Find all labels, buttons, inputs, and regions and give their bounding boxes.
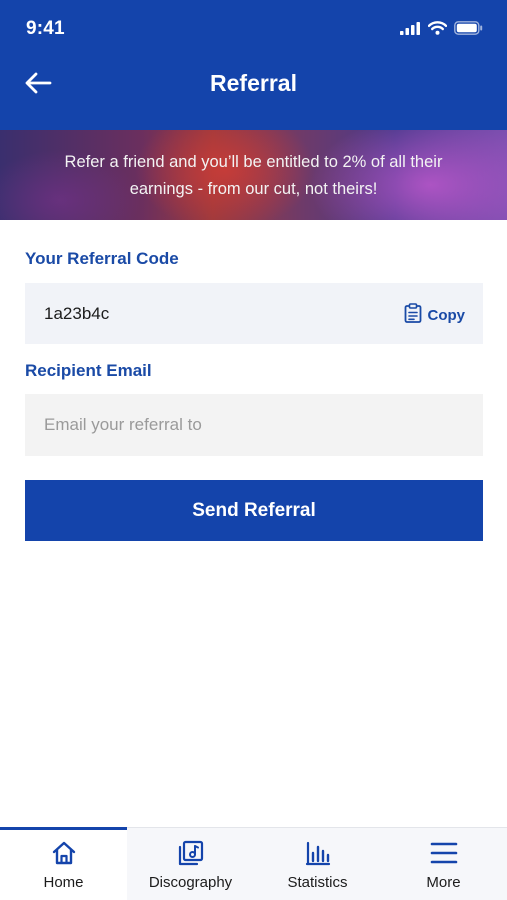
recipient-email-input[interactable]: [25, 394, 483, 456]
music-album-icon: [178, 840, 204, 871]
tab-statistics[interactable]: Statistics: [254, 828, 381, 900]
copy-label: Copy: [427, 306, 466, 324]
tab-statistics-label: Statistics: [287, 874, 348, 891]
copy-button[interactable]: Copy: [404, 303, 466, 327]
referral-code-label: Your Referral Code: [25, 249, 179, 268]
tab-bar: Home Discography Statistics More: [0, 827, 507, 900]
clipboard-icon: [404, 303, 422, 327]
tab-more[interactable]: More: [380, 828, 507, 900]
bar-chart-icon: [305, 840, 331, 871]
tab-discography[interactable]: Discography: [127, 828, 254, 900]
tab-more-label: More: [426, 874, 461, 891]
home-icon: [51, 840, 77, 871]
referral-code-value: 1a23b4c: [44, 304, 110, 323]
send-referral-button[interactable]: Send Referral: [25, 480, 483, 541]
tab-discography-label: Discography: [148, 874, 233, 891]
status-icons: [400, 21, 483, 40]
page-title: Referral: [210, 70, 297, 96]
cellular-signal-icon: [400, 21, 421, 40]
menu-icon: [430, 841, 458, 870]
tab-home-label: Home: [43, 874, 84, 891]
nav-bar: Referral: [0, 58, 507, 130]
status-bar: 9:41: [0, 0, 507, 58]
status-time: 9:41: [26, 18, 65, 39]
tab-home[interactable]: Home: [0, 827, 127, 900]
wifi-icon: [427, 21, 448, 40]
battery-icon: [454, 21, 483, 40]
recipient-email-label: Recipient Email: [25, 361, 152, 380]
referral-code-box: 1a23b4c Copy: [25, 283, 483, 344]
referral-banner: Refer a friend and you’ll be entitled to…: [0, 130, 507, 220]
banner-text: Refer a friend and you’ll be entitled to…: [64, 153, 443, 198]
